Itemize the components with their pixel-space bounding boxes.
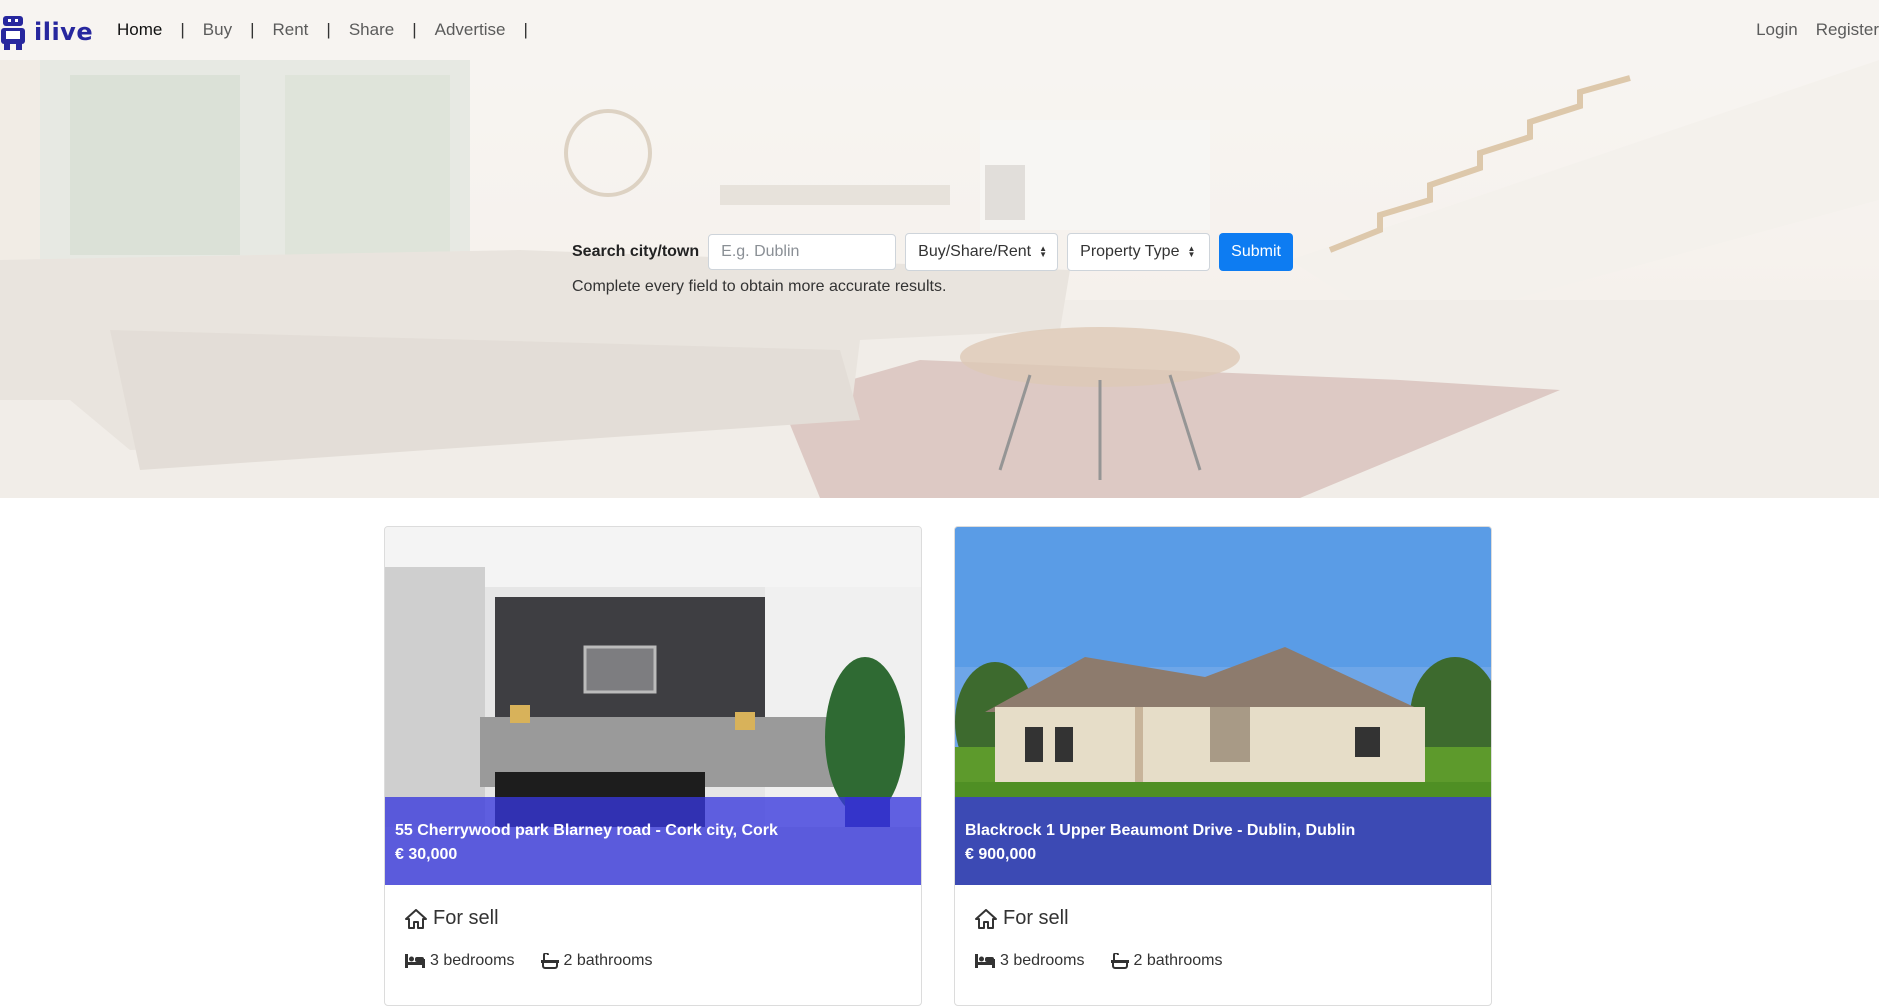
- register-link[interactable]: Register: [1816, 20, 1879, 40]
- listing-address: Blackrock 1 Upper Beaumont Drive - Dubli…: [965, 822, 1356, 839]
- listing-details: For sell 3 bedrooms 2 bathrooms: [975, 901, 1471, 970]
- listing-card[interactable]: 55 Cherrywood park Blarney road - Cork c…: [384, 526, 922, 1006]
- hero-banner: ilive Home | Buy | Rent | Share | Advert…: [0, 0, 1879, 498]
- nav-separator: |: [523, 20, 528, 39]
- submit-button[interactable]: Submit: [1219, 233, 1293, 271]
- search-label: Search city/town: [572, 243, 700, 260]
- listing-status: For sell: [975, 907, 1471, 930]
- listing-status-label: For sell: [433, 907, 499, 929]
- top-navbar: ilive Home | Buy | Rent | Share | Advert…: [0, 0, 1879, 64]
- main-nav: Home | Buy | Rent | Share | Advertise |: [117, 20, 546, 40]
- listing-photo[interactable]: Blackrock 1 Upper Beaumont Drive - Dubli…: [955, 527, 1491, 885]
- auth-links: Login Register: [1756, 20, 1879, 40]
- bathroom-label: 2 bathrooms: [563, 952, 653, 969]
- listing-status-label: For sell: [1003, 907, 1069, 929]
- listing-features: 3 bedrooms 2 bathrooms: [405, 952, 901, 970]
- property-type-select[interactable]: Property Type ▲ ▼: [1067, 233, 1211, 271]
- nav-home-link[interactable]: Home: [117, 20, 162, 40]
- nav-advertise-link[interactable]: Advertise: [435, 20, 506, 40]
- listing-address: 55 Cherrywood park Blarney road - Cork c…: [395, 822, 778, 839]
- nav-separator: |: [250, 20, 255, 39]
- login-link[interactable]: Login: [1756, 20, 1798, 40]
- bath-icon: [1110, 953, 1129, 969]
- listing-details: For sell 3 bedrooms 2 bathrooms: [405, 901, 901, 970]
- listing-features: 3 bedrooms 2 bathrooms: [975, 952, 1471, 970]
- nav-separator: |: [412, 20, 417, 39]
- brand[interactable]: ilive: [0, 14, 93, 50]
- search-form: Search city/town Buy/Share/Rent ▲▼ Prope…: [572, 233, 1293, 271]
- listing-price: € 30,000: [395, 846, 458, 863]
- listing-overlay: 55 Cherrywood park Blarney road - Cork c…: [385, 797, 921, 885]
- nav-share-link[interactable]: Share: [349, 20, 394, 40]
- nav-separator: |: [180, 20, 185, 39]
- search-hint: Complete every field to obtain more accu…: [572, 278, 947, 295]
- bedroom-label: 3 bedrooms: [1000, 952, 1085, 969]
- bathroom-count: 2 bathrooms: [1110, 952, 1223, 970]
- listing-photo[interactable]: 55 Cherrywood park Blarney road - Cork c…: [385, 527, 921, 885]
- bedroom-label: 3 bedrooms: [430, 952, 515, 969]
- bed-icon: [405, 954, 425, 968]
- city-search-input[interactable]: [708, 234, 897, 270]
- property-type-value: Property Type: [1080, 243, 1180, 260]
- nav-rent-link[interactable]: Rent: [273, 20, 309, 40]
- select-arrows-icon: ▲ ▼: [1039, 244, 1048, 259]
- bedroom-count: 3 bedrooms: [405, 952, 515, 970]
- bed-icon: [975, 954, 995, 968]
- nav-buy-link[interactable]: Buy: [203, 20, 232, 40]
- bath-icon: [540, 953, 559, 969]
- listing-status: For sell: [405, 907, 901, 930]
- nav-separator: |: [326, 20, 331, 39]
- listing-mode-value: Buy/Share/Rent: [918, 243, 1032, 260]
- bedroom-count: 3 bedrooms: [975, 952, 1085, 970]
- listing-overlay: Blackrock 1 Upper Beaumont Drive - Dubli…: [955, 797, 1491, 885]
- bathroom-count: 2 bathrooms: [540, 952, 653, 970]
- select-arrows-icon: ▲ ▼: [1187, 244, 1196, 259]
- home-icon: [405, 908, 427, 929]
- brand-name: ilive: [34, 18, 94, 46]
- bathroom-label: 2 bathrooms: [1133, 952, 1223, 969]
- listing-card[interactable]: Blackrock 1 Upper Beaumont Drive - Dubli…: [954, 526, 1492, 1006]
- listing-price: € 900,000: [965, 846, 1037, 863]
- robot-logo-icon: [1, 16, 25, 50]
- listing-mode-select[interactable]: Buy/Share/Rent ▲ ▼: [905, 233, 1059, 271]
- home-icon: [975, 908, 997, 929]
